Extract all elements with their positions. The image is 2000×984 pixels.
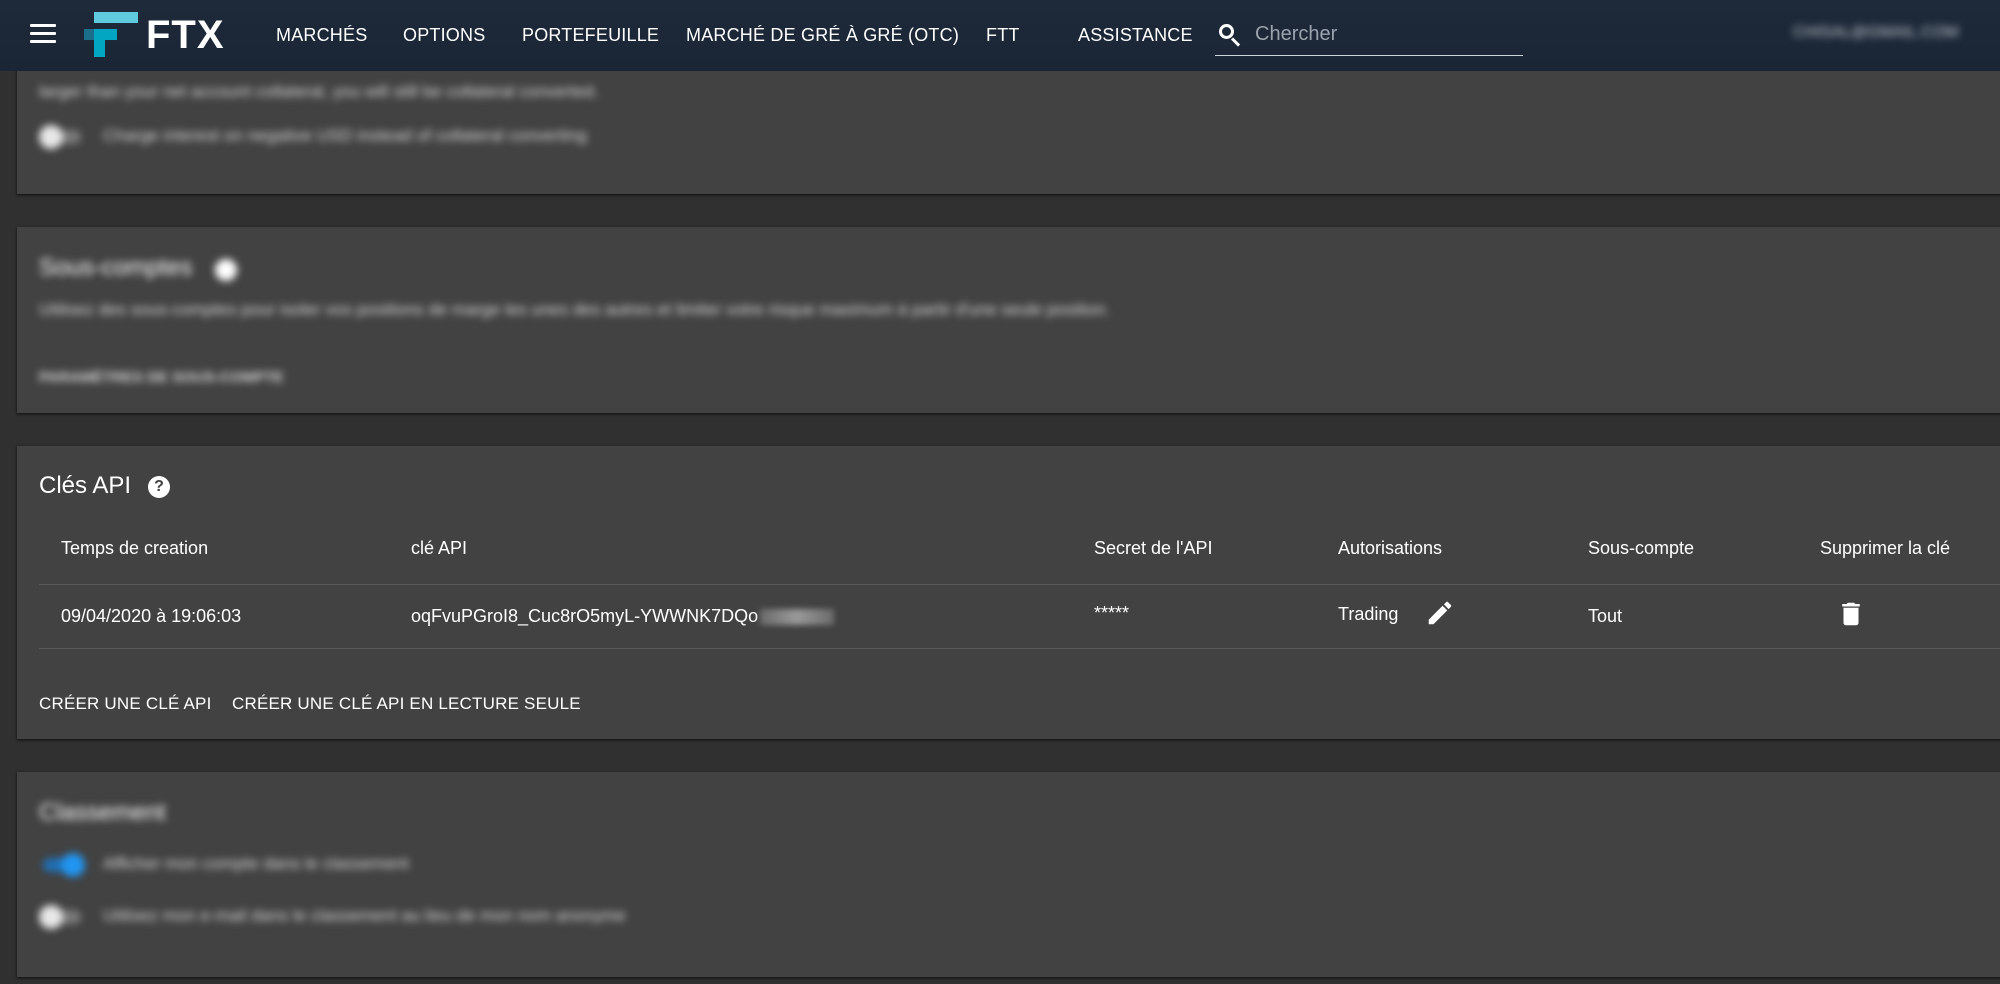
subaccounts-help-icon[interactable]: [215, 259, 237, 281]
search-input[interactable]: [1255, 23, 1515, 46]
nav-otc[interactable]: MARCHÉ DE GRÉ À GRÉ (OTC): [686, 0, 959, 71]
column-header-permissions: Autorisations: [1338, 538, 1443, 558]
search-box[interactable]: [1215, 14, 1523, 56]
column-header-delete-key: Supprimer la clé: [1820, 538, 1951, 558]
column-header-api-key: clé API: [411, 538, 468, 558]
table-row-divider: [39, 648, 2000, 649]
subaccounts-card: Sous-comptes Utilisez des sous-comptes p…: [17, 227, 2000, 413]
leaderboard-use-email-toggle[interactable]: [39, 904, 85, 929]
cell-api-key: oqFvuPGroI8_Cuc8rO5myL-YWWNK7DQo: [411, 606, 835, 627]
column-header-created: Temps de creation: [61, 538, 209, 558]
cell-permissions: Trading: [1338, 604, 1399, 624]
help-icon[interactable]: ?: [148, 476, 170, 498]
leaderboard-use-email-label: Utilisez mon e-mail dans le classement a…: [103, 906, 626, 925]
cell-subaccount: Tout: [1588, 606, 1623, 626]
nav-portfolio[interactable]: PORTEFEUILLE: [522, 0, 659, 71]
collateral-toggle-label: Charge interest on negative USD instead …: [103, 126, 587, 145]
leaderboard-title: Classement: [39, 799, 166, 826]
column-header-api-secret: Secret de l'API: [1094, 538, 1213, 558]
leaderboard-show-account-toggle[interactable]: [39, 852, 85, 877]
delete-key-trash-icon[interactable]: [1836, 599, 1866, 629]
create-readonly-api-key-button[interactable]: CRÉER UNE CLÉ API EN LECTURE SEULE: [232, 694, 581, 714]
subaccounts-description: Utilisez des sous-comptes pour isoler vo…: [39, 300, 1110, 319]
hamburger-menu-icon[interactable]: [30, 24, 56, 46]
nav-ftt[interactable]: FTT: [986, 0, 1020, 71]
collateral-toggle[interactable]: [39, 124, 85, 149]
ftx-logo-mark: [84, 12, 138, 58]
user-account-email[interactable]: CHISAL@GMAIL.COM: [1793, 24, 1959, 42]
subaccount-settings-button[interactable]: PARAMÈTRES DE SOUS-COMPTE: [39, 369, 284, 386]
create-api-key-button[interactable]: CRÉER UNE CLÉ API: [39, 694, 212, 714]
leaderboard-show-account-label: Afficher mon compte dans le classement: [103, 854, 409, 873]
logo-text: FTX: [146, 12, 225, 57]
cell-api-secret: *****: [1094, 603, 1130, 623]
api-key-redaction: [760, 609, 835, 626]
ftx-logo[interactable]: FTX: [84, 12, 225, 58]
column-header-subaccount: Sous-compte: [1588, 538, 1695, 558]
nav-support[interactable]: ASSISTANCE: [1078, 0, 1193, 71]
search-icon: [1219, 23, 1241, 47]
table-header-divider: [39, 584, 2000, 585]
collateral-description: larger than your net account collateral,…: [39, 82, 599, 101]
api-keys-card: Clés API ? Temps de creation clé API Sec…: [17, 446, 2000, 739]
subaccounts-title: Sous-comptes: [39, 254, 193, 281]
cell-created: 09/04/2020 à 19:06:03: [61, 606, 242, 626]
top-nav-bar: FTX MARCHÉS OPTIONS PORTEFEUILLE MARCHÉ …: [0, 0, 2000, 71]
edit-permissions-icon[interactable]: [1425, 598, 1455, 628]
api-keys-title: Clés API: [39, 472, 132, 499]
nav-markets[interactable]: MARCHÉS: [276, 0, 367, 71]
api-key-text: oqFvuPGroI8_Cuc8rO5myL-YWWNK7DQo: [411, 606, 759, 626]
leaderboard-card: Classement Afficher mon compte dans le c…: [17, 772, 2000, 977]
nav-options[interactable]: OPTIONS: [403, 0, 485, 71]
